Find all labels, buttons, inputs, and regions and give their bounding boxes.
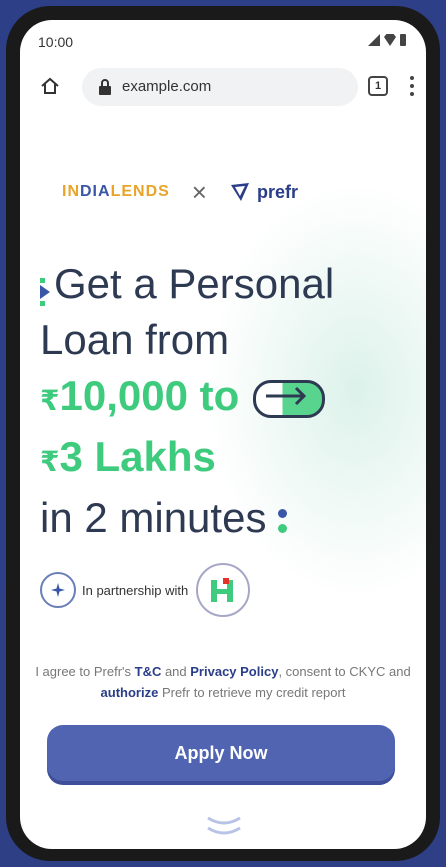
privacy-policy-link[interactable]: Privacy Policy: [190, 664, 278, 679]
status-time: 10:00: [38, 34, 74, 50]
colon-dots-icon: [278, 508, 288, 533]
scroll-down-chevron-icon[interactable]: [204, 810, 244, 840]
tnc-link[interactable]: T&C: [135, 664, 162, 679]
url-text: example.com: [122, 78, 212, 95]
headline-amount1: ₹10,000 to: [40, 368, 420, 429]
phone-frame: 10:00 example.com 1 INDIALENDS × prefr G…: [6, 6, 440, 861]
partnership-row: In partnership with: [40, 563, 251, 617]
headline-line5: in 2 minutes: [40, 490, 420, 546]
address-bar[interactable]: example.com: [82, 68, 358, 106]
browser-toolbar: example.com 1: [40, 64, 420, 112]
sparkle-icon: [40, 572, 76, 608]
headline: Get a Personal Loan from ₹10,000 to ₹3 L…: [40, 256, 420, 546]
screen: 10:00 example.com 1 INDIALENDS × prefr G…: [20, 20, 426, 849]
separator-x: ×: [191, 176, 207, 207]
lock-icon: [99, 79, 111, 95]
headline-amount2: ₹3 Lakhs: [40, 433, 216, 480]
battery-icon: [400, 34, 406, 46]
headline-line1: Get a Personal: [54, 260, 335, 307]
status-icons: [368, 34, 406, 46]
wifi-icon: [384, 34, 396, 46]
partner-bank-logo: [196, 563, 251, 617]
prefr-logo-icon: [230, 183, 249, 201]
tabs-count-button[interactable]: 1: [368, 76, 388, 96]
home-icon[interactable]: [40, 76, 60, 96]
arrow-icon: [252, 379, 325, 418]
headline-line2: Loan from: [40, 316, 230, 363]
indialends-logo: INDIALENDS: [62, 183, 170, 200]
consent-text: I agree to Prefr's T&C and Privacy Polic…: [35, 664, 411, 700]
apply-now-button[interactable]: Apply Now: [47, 725, 395, 781]
more-menu-icon[interactable]: [410, 76, 414, 98]
brand-logos: INDIALENDS × prefr: [62, 172, 382, 212]
partnership-text: In partnership with: [82, 582, 189, 598]
prefr-logo-text: prefr: [256, 181, 298, 202]
signal-icon: [368, 34, 380, 46]
authorize-link[interactable]: authorize: [101, 685, 159, 700]
